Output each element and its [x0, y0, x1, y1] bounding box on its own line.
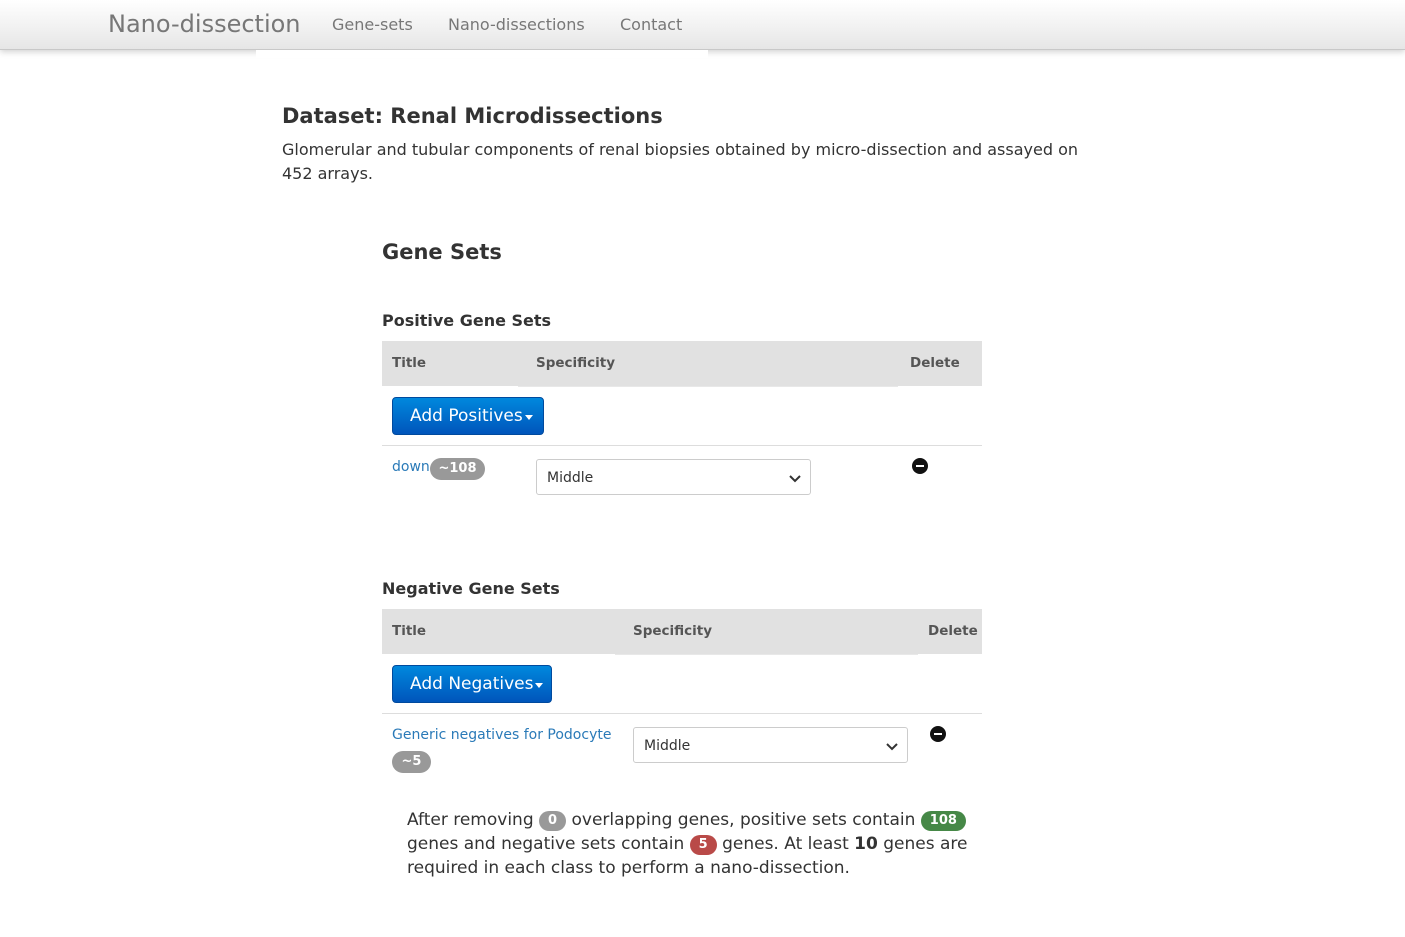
column-header-title: Title: [392, 623, 427, 639]
positive-specificity-select[interactable]: Middle: [536, 459, 811, 495]
chevron-down-icon: [886, 743, 898, 751]
add-negatives-button[interactable]: Add Negatives: [392, 665, 552, 703]
delete-negative-icon[interactable]: [930, 726, 946, 742]
row-divider: [382, 445, 982, 446]
nav-contact[interactable]: Contact: [620, 15, 682, 34]
positive-table-header: Title Specificity Delete: [382, 341, 982, 386]
negative-table-header: Title Specificity Delete: [382, 609, 982, 654]
negative-specificity-select[interactable]: Middle: [633, 727, 908, 763]
summary-text-part: genes and negative sets contain: [407, 834, 685, 854]
summary-text: After removing 0 overlapping genes, posi…: [407, 808, 997, 880]
header-divider: [615, 654, 918, 655]
navbar-shadow-gap: [256, 50, 708, 58]
negative-set-count-badge: ~5: [392, 751, 431, 773]
positive-set-link[interactable]: down: [392, 459, 430, 475]
dataset-title: Dataset: Renal Microdissections: [282, 104, 663, 128]
positive-count-badge: 108: [920, 811, 966, 831]
overlap-count-badge: 0: [539, 811, 567, 831]
summary-text-part: genes. At least: [722, 834, 849, 854]
add-positives-label: Add Positives: [410, 406, 523, 426]
negative-set-link[interactable]: Generic negatives for Podocyte: [392, 727, 611, 743]
summary-text-part: overlapping genes, positive sets contain: [571, 810, 916, 830]
summary-text-part: After removing: [407, 810, 534, 830]
add-positives-button[interactable]: Add Positives: [392, 397, 544, 435]
column-header-specificity: Specificity: [536, 355, 616, 371]
column-header-delete: Delete: [910, 355, 960, 371]
required-count: 10: [854, 834, 878, 854]
column-header-specificity: Specificity: [633, 623, 713, 639]
nav-nano-dissections[interactable]: Nano-dissections: [448, 15, 585, 34]
nav-gene-sets[interactable]: Gene-sets: [332, 15, 413, 34]
header-divider: [518, 386, 898, 387]
top-navbar: Nano-dissection Gene-sets Nano-dissectio…: [0, 0, 1405, 50]
dataset-description: Glomerular and tubular components of ren…: [282, 140, 1079, 183]
chevron-down-icon: [789, 475, 801, 483]
row-divider: [382, 713, 982, 714]
negative-gene-sets-heading: Negative Gene Sets: [382, 579, 560, 598]
positive-set-count-badge: ~108: [430, 458, 485, 480]
column-header-delete: Delete: [928, 623, 978, 639]
negative-count-badge: 5: [689, 835, 717, 855]
brand-link[interactable]: Nano-dissection: [108, 10, 301, 38]
add-negatives-label: Add Negatives: [410, 674, 534, 694]
caret-down-icon: [535, 682, 544, 688]
column-header-title: Title: [392, 355, 427, 371]
positive-gene-sets-heading: Positive Gene Sets: [382, 311, 552, 330]
gene-sets-heading: Gene Sets: [382, 240, 502, 264]
negative-specificity-value: Middle: [644, 738, 691, 754]
delete-positive-icon[interactable]: [912, 458, 928, 474]
positive-specificity-value: Middle: [547, 470, 594, 486]
caret-down-icon: [524, 414, 533, 420]
